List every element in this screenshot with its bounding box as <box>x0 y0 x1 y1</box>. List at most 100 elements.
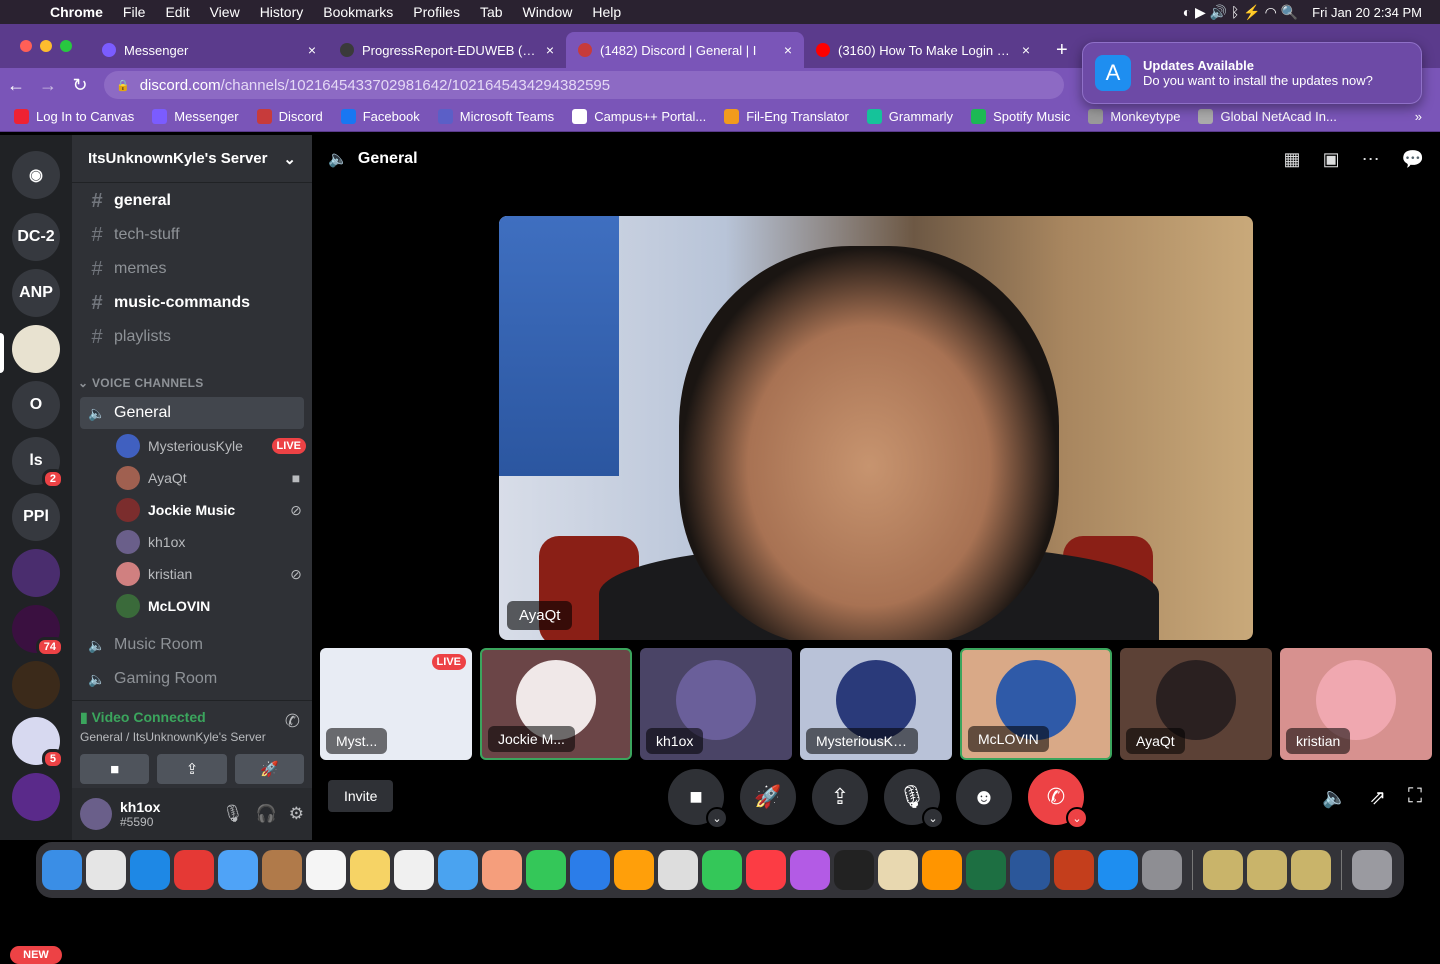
browser-tab[interactable]: Messenger × <box>90 32 328 68</box>
close-tab-icon[interactable]: × <box>546 42 554 58</box>
text-channel[interactable]: # tech-stuff <box>80 219 304 251</box>
folder-icon[interactable] <box>1203 850 1243 890</box>
chevron-down-icon[interactable]: ⌄ <box>1066 807 1088 829</box>
chevron-down-icon[interactable]: ⌄ <box>922 807 944 829</box>
forward-icon[interactable]: → <box>32 75 64 96</box>
server-icon[interactable]: PPl <box>12 493 60 541</box>
dock-app-icon[interactable] <box>350 850 390 890</box>
dock-app-icon[interactable] <box>878 850 918 890</box>
browser-tab[interactable]: (3160) How To Make Login & R × <box>804 32 1042 68</box>
popout-icon[interactable]: ⇗ <box>1369 785 1386 810</box>
voice-user[interactable]: kristian ⊘ <box>116 559 306 589</box>
more-options-icon[interactable]: ⋯ <box>1362 149 1380 170</box>
invite-button[interactable]: Invite <box>328 780 394 812</box>
menu-item[interactable]: Help <box>582 4 631 20</box>
activity-rocket-button[interactable]: 🚀 <box>740 769 796 825</box>
bookmark-item[interactable]: Microsoft Teams <box>437 109 554 124</box>
server-icon[interactable]: ls 2 <box>12 437 64 489</box>
dock-app-icon[interactable] <box>482 850 522 890</box>
camera-toggle-button[interactable]: ■ ⌄ <box>668 769 728 829</box>
bookmark-item[interactable]: Global NetAcad In... <box>1198 109 1337 124</box>
voice-user[interactable]: AyaQt ■ <box>116 463 306 493</box>
server-icon[interactable]: DC-2 <box>12 213 60 261</box>
dock-app-icon[interactable] <box>306 850 346 890</box>
bookmark-item[interactable]: Monkeytype <box>1088 109 1180 124</box>
zoom-window-button[interactable] <box>60 40 72 52</box>
voice-user[interactable]: kh1ox <box>116 527 306 557</box>
server-icon[interactable] <box>12 661 60 709</box>
participant-tile[interactable]: AyaQt <box>1120 648 1272 760</box>
participant-tile[interactable]: kh1ox <box>640 648 792 760</box>
url-field[interactable]: 🔒 discord.com/channels/10216454337029816… <box>104 71 1064 99</box>
main-video[interactable]: AyaQt <box>499 216 1253 640</box>
menu-app[interactable]: Chrome <box>40 4 113 20</box>
text-channel[interactable]: # general <box>80 185 304 217</box>
dock-app-icon[interactable] <box>966 850 1006 890</box>
dock-app-icon[interactable] <box>658 850 698 890</box>
server-icon[interactable]: 74 <box>12 605 64 657</box>
bookmark-item[interactable]: Grammarly <box>866 109 953 124</box>
menu-item[interactable]: Edit <box>155 4 199 20</box>
voice-user[interactable]: MysteriousKyle LIVE <box>116 431 306 461</box>
volume-icon[interactable]: 🔈 <box>1322 785 1347 810</box>
fullscreen-icon[interactable]: ⛶ <box>1408 785 1422 810</box>
grid-view-icon[interactable]: ▦ <box>1284 149 1301 170</box>
bookmark-item[interactable]: Facebook <box>340 109 420 124</box>
dock-app-icon[interactable] <box>1142 850 1182 890</box>
dock-app-icon[interactable] <box>218 850 258 890</box>
update-notification[interactable]: A Updates Available Do you want to insta… <box>1082 42 1422 104</box>
server-icon[interactable]: 5 <box>12 717 64 769</box>
clock[interactable]: Fri Jan 20 2:34 PM <box>1312 5 1422 20</box>
soundboard-button[interactable]: ☻ <box>956 769 1012 825</box>
disconnect-icon[interactable]: ✆ <box>285 711 300 732</box>
text-channel[interactable]: # memes <box>80 253 304 285</box>
dock-app-icon[interactable] <box>86 850 126 890</box>
voice-status[interactable]: ▮ Video Connected <box>80 709 304 726</box>
voice-category[interactable]: ⌄ VOICE CHANNELS <box>78 376 204 390</box>
voice-status-sub[interactable]: General / ItsUnknownKyle's Server <box>80 730 304 744</box>
server-icon[interactable] <box>12 773 60 821</box>
bookmark-item[interactable]: Messenger <box>152 109 239 124</box>
back-icon[interactable]: ← <box>0 75 32 96</box>
chevron-down-icon[interactable]: ⌄ <box>706 807 728 829</box>
dock-app-icon[interactable] <box>526 850 566 890</box>
text-channel[interactable]: # music-commands <box>80 287 304 319</box>
menu-item[interactable]: View <box>200 4 250 20</box>
participant-tile[interactable]: Jockie M... <box>480 648 632 760</box>
chat-icon[interactable]: 💬 <box>1402 149 1424 170</box>
bookmark-item[interactable]: Spotify Music <box>971 109 1070 124</box>
dock-app-icon[interactable] <box>570 850 610 890</box>
dock-app-icon[interactable] <box>746 850 786 890</box>
voice-channel[interactable]: 🔈 General <box>80 397 304 429</box>
server-icon[interactable]: ANP <box>12 269 60 317</box>
menu-item[interactable]: Tab <box>470 4 513 20</box>
minimize-window-button[interactable] <box>40 40 52 52</box>
text-channel[interactable]: # playlists <box>80 321 304 353</box>
participant-tile[interactable]: McLOVIN <box>960 648 1112 760</box>
participant-tile[interactable]: MysteriousKyle <box>800 648 952 760</box>
menu-item[interactable]: Profiles <box>403 4 470 20</box>
voice-channel[interactable]: 🔈 Music Room <box>80 629 304 661</box>
browser-tab[interactable]: (1482) Discord | General | I × <box>566 32 804 68</box>
dock-app-icon[interactable] <box>834 850 874 890</box>
voice-user[interactable]: Jockie Music ⊘ <box>116 495 306 525</box>
settings-gear-icon[interactable]: ⚙ <box>289 804 304 824</box>
dock-app-icon[interactable] <box>1054 850 1094 890</box>
close-tab-icon[interactable]: × <box>784 42 792 58</box>
microphone-button[interactable]: 🎙 ⌄ <box>884 769 944 829</box>
menu-item[interactable]: Bookmarks <box>313 4 403 20</box>
dock-app-icon[interactable] <box>1098 850 1138 890</box>
dock-app-icon[interactable] <box>922 850 962 890</box>
menu-item[interactable]: History <box>250 4 314 20</box>
trash-icon[interactable] <box>1352 850 1392 890</box>
leave-call-button[interactable]: ✆ ⌄ <box>1028 769 1088 829</box>
bookmark-item[interactable]: Campus++ Portal... <box>572 109 706 124</box>
avatar[interactable] <box>80 798 112 830</box>
dock-app-icon[interactable] <box>702 850 742 890</box>
menu-item[interactable]: File <box>113 4 156 20</box>
voice-channel[interactable]: 🔈 Gaming Room <box>80 663 304 695</box>
more-bookmarks-icon[interactable]: » <box>1415 109 1440 124</box>
dock-app-icon[interactable] <box>130 850 170 890</box>
share-screen-button[interactable]: ⇪ <box>812 769 868 825</box>
server-icon[interactable]: ◉ <box>12 151 60 199</box>
